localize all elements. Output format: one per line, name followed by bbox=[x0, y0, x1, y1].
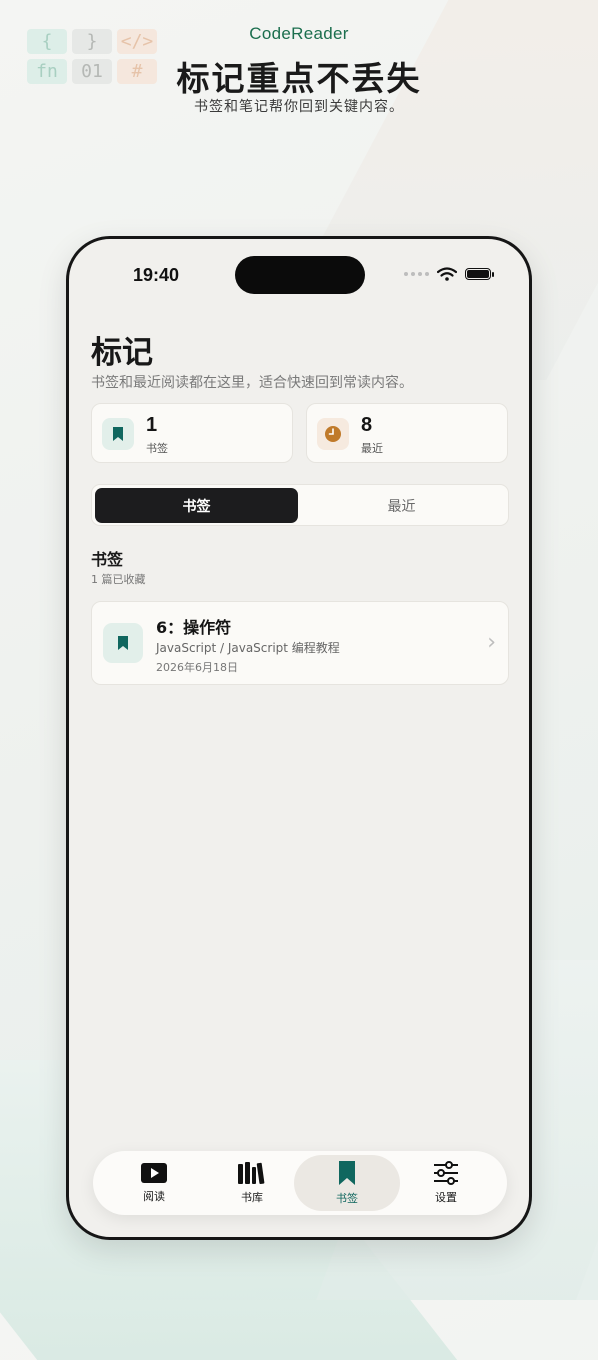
play-icon bbox=[141, 1163, 167, 1183]
tab-bar: 阅读 书库 书签 设置 bbox=[93, 1151, 507, 1215]
tab-bookmarks[interactable]: 书签 bbox=[294, 1155, 400, 1211]
bookmark-list-item[interactable]: 6：操作符 JavaScript / JavaScript 编程教程 2026年… bbox=[91, 601, 509, 685]
brand-name: CodeReader bbox=[249, 24, 349, 43]
tab-settings[interactable]: 设置 bbox=[393, 1155, 499, 1211]
bookmark-date: 2026年6月18日 bbox=[156, 661, 238, 674]
page-title: 标记 bbox=[91, 335, 153, 371]
battery-icon bbox=[465, 268, 494, 280]
section-title: 书签 bbox=[91, 550, 124, 569]
segment-recent[interactable]: 最近 bbox=[300, 488, 503, 523]
bookmark-icon bbox=[103, 623, 143, 663]
status-time: 19:40 bbox=[133, 265, 180, 285]
cellular-icon bbox=[404, 272, 429, 276]
segment-bookmarks[interactable]: 书签 bbox=[95, 488, 298, 523]
page-description: 书签和最近阅读都在这里，适合快速回到常读内容。 bbox=[91, 375, 413, 391]
wifi-icon bbox=[437, 267, 457, 281]
stat-label: 书签 bbox=[146, 442, 168, 455]
tab-label: 阅读 bbox=[143, 1190, 165, 1203]
clock-icon bbox=[317, 418, 349, 450]
promo-headline: 标记重点不丢失 bbox=[176, 59, 422, 98]
section-subtitle: 1 篇已收藏 bbox=[91, 573, 146, 586]
stat-card-recent[interactable]: 8 最近 bbox=[306, 403, 508, 463]
segmented-control: 书签 最近 bbox=[91, 484, 509, 526]
tab-label: 书库 bbox=[241, 1191, 263, 1204]
dynamic-island bbox=[235, 256, 365, 294]
bookmark-title: 6：操作符 bbox=[156, 618, 232, 637]
sliders-icon bbox=[434, 1161, 458, 1185]
chevron-right-icon: › bbox=[487, 630, 496, 655]
library-icon bbox=[238, 1162, 265, 1185]
tab-read[interactable]: 阅读 bbox=[101, 1155, 207, 1211]
tab-label: 设置 bbox=[435, 1191, 457, 1204]
stat-value: 8 bbox=[361, 414, 373, 436]
promo-subline: 书签和笔记帮你回到关键内容。 bbox=[194, 99, 404, 115]
stat-value: 1 bbox=[146, 414, 158, 436]
phone-frame: 19:40 标记 书签和最近阅读都在这里，适合快速回到常读内容。 1 书签 8 … bbox=[66, 236, 532, 1240]
stat-card-bookmarks[interactable]: 1 书签 bbox=[91, 403, 293, 463]
tab-library[interactable]: 书库 bbox=[199, 1155, 305, 1211]
bookmark-path: JavaScript / JavaScript 编程教程 bbox=[156, 641, 340, 655]
stat-label: 最近 bbox=[361, 442, 383, 455]
status-indicators bbox=[404, 267, 494, 281]
bookmark-icon bbox=[102, 418, 134, 450]
tab-label: 书签 bbox=[336, 1192, 358, 1205]
bookmark-icon bbox=[339, 1161, 355, 1185]
